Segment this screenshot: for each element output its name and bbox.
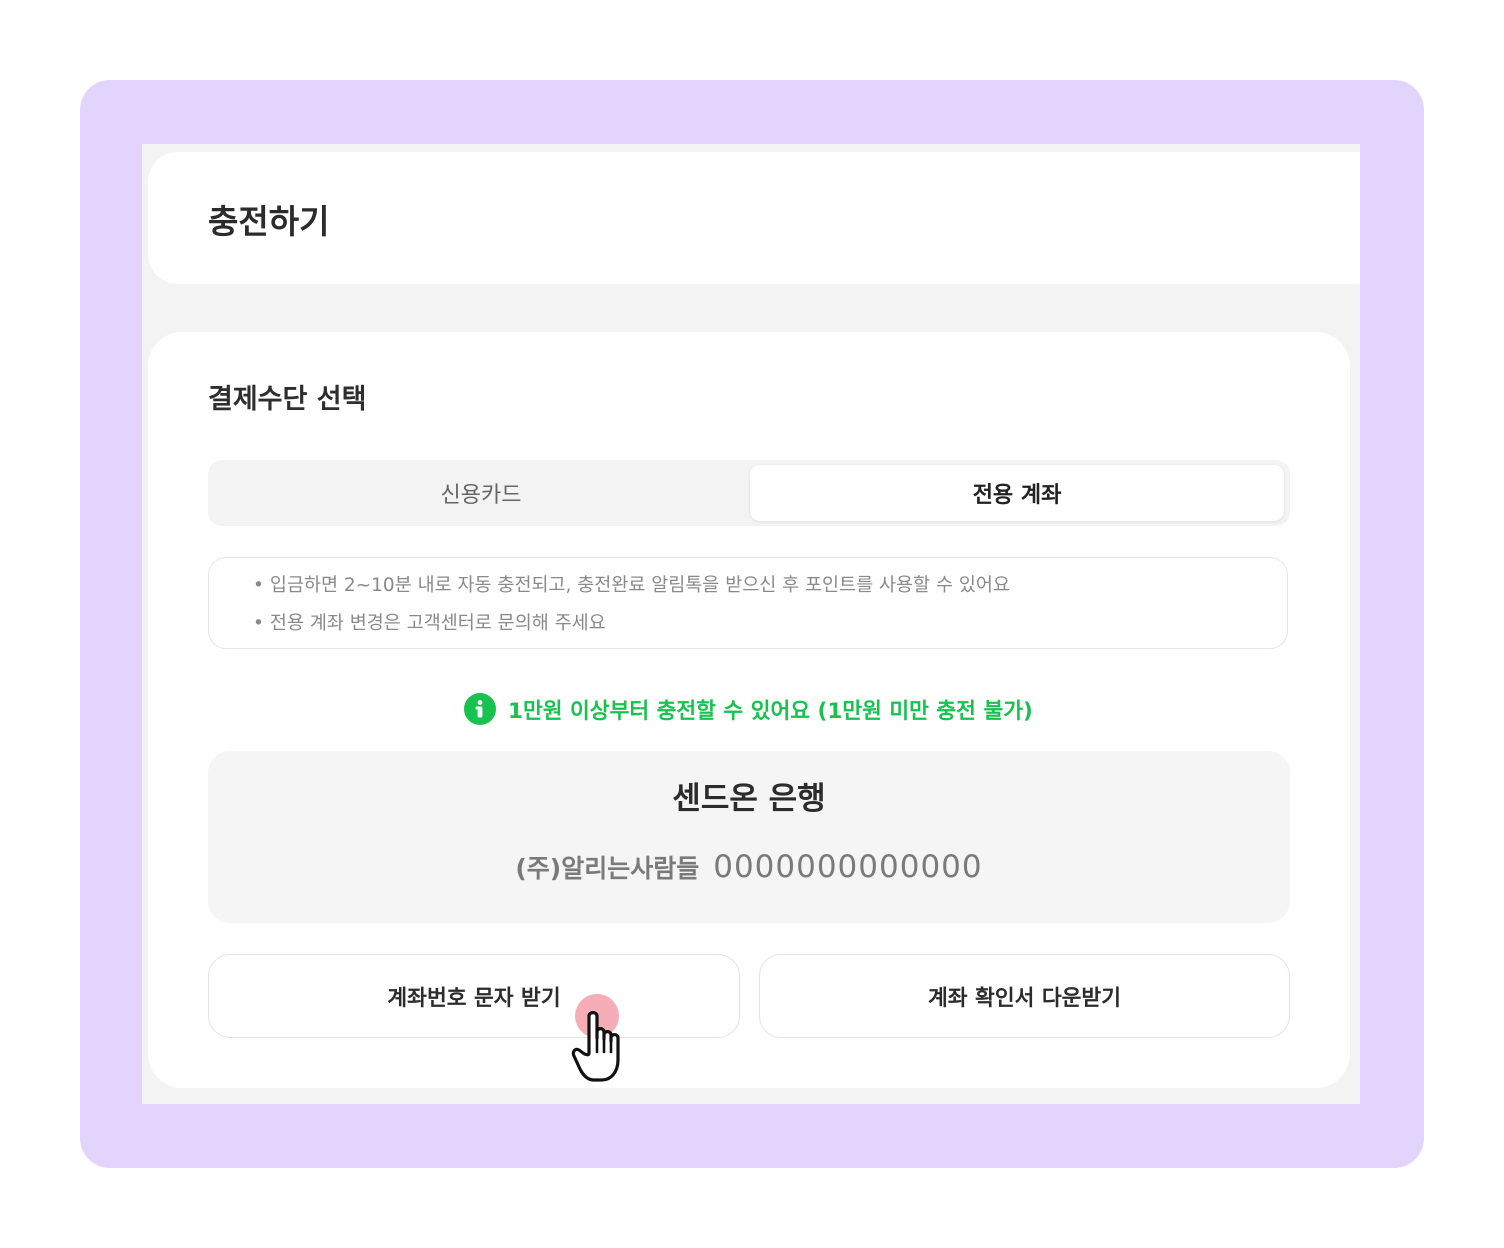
info-icon (464, 693, 496, 725)
charge-page: 충전하기 결제수단 선택 신용카드 전용 계좌 • 입금하면 2~10분 내로 자… (142, 144, 1360, 1104)
account-info-box: 센드온 은행 (주)알리는사람들 0000000000000 (208, 751, 1290, 923)
tab-dedicated-account[interactable]: 전용 계좌 (750, 465, 1284, 521)
click-indicator (565, 990, 635, 1090)
account-number: 0000000000000 (713, 849, 983, 885)
notice-item: • 전용 계좌 변경은 고객센터로 문의해 주세요 (253, 611, 606, 637)
download-certificate-button[interactable]: 계좌 확인서 다운받기 (759, 954, 1290, 1038)
tab-credit-card[interactable]: 신용카드 (214, 465, 748, 521)
account-holder: (주)알리는사람들 (515, 854, 700, 883)
section-title: 결제수단 선택 (208, 384, 367, 415)
bank-name: 센드온 은행 (672, 781, 826, 817)
payment-method-tabs: 신용카드 전용 계좌 (208, 460, 1290, 526)
page-title: 충전하기 (208, 202, 330, 241)
page-header: 충전하기 (148, 152, 1360, 284)
payment-card: 결제수단 선택 신용카드 전용 계좌 • 입금하면 2~10분 내로 자동 충전되… (148, 332, 1350, 1088)
minimum-charge-info: 1만원 이상부터 충전할 수 있어요 (1만원 미만 충전 불가) (464, 692, 1033, 726)
sms-account-button[interactable]: 계좌번호 문자 받기 (208, 954, 740, 1038)
hand-pointer-icon (571, 1011, 620, 1082)
notice-item: • 입금하면 2~10분 내로 자동 충전되고, 충전완료 알림톡을 받으신 후 … (253, 573, 1010, 599)
account-row: (주)알리는사람들 0000000000000 (208, 847, 1290, 892)
notice-box: • 입금하면 2~10분 내로 자동 충전되고, 충전완료 알림톡을 받으신 후 … (208, 557, 1288, 649)
bullet: • (253, 613, 264, 634)
notice-text: 전용 계좌 변경은 고객센터로 문의해 주세요 (269, 613, 606, 634)
bullet: • (253, 575, 264, 596)
info-text: 1만원 이상부터 충전할 수 있어요 (1만원 미만 충전 불가) (508, 698, 1033, 724)
notice-text: 입금하면 2~10분 내로 자동 충전되고, 충전완료 알림톡을 받으신 후 포… (269, 575, 1010, 596)
